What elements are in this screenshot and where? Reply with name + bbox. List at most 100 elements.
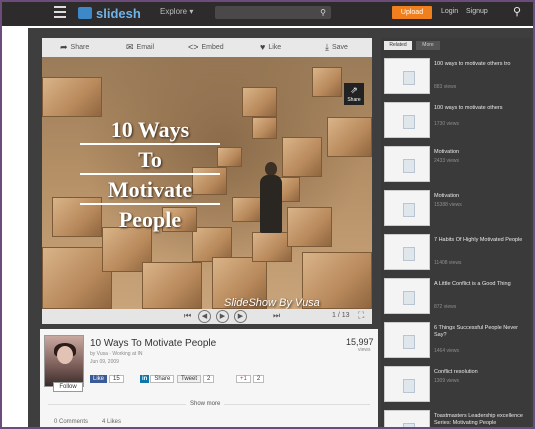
logo-text: slidesh [96,5,141,21]
like-button[interactable]: ♥ Like [260,42,281,52]
related-item-views: 1309 views [434,378,460,384]
email-button[interactable]: ✉ Email [126,42,154,53]
slide-title-line: To [80,147,220,175]
related-sidebar: Related More 100 ways to motivate others… [381,38,531,429]
google-plus-button[interactable]: +1 2 [236,373,265,384]
embed-icon: <> [188,42,199,52]
related-item-views: 11408 views [434,260,462,266]
previous-slide-button[interactable]: ◀ [198,310,211,323]
related-item[interactable]: 7 Habits Of Highly Motivated People 11408… [384,234,529,274]
related-item-views: 15388 views [434,202,462,208]
top-navbar: slidesh Explore ▾ ⚲ Upload Login Signup … [0,0,535,26]
save-label: Save [331,44,348,51]
related-item-thumbnail[interactable] [384,102,430,138]
related-item-title[interactable]: 6 Things Successful People Never Say? [434,325,529,339]
related-item-thumbnail[interactable] [384,234,430,270]
facebook-like-button[interactable]: Like 15 [90,373,124,384]
show-more-link[interactable]: Show more [186,401,225,407]
related-item-title[interactable]: Toastmasters Leadership excellence Serie… [434,413,529,427]
related-item-thumbnail[interactable] [384,190,430,226]
tab-likes[interactable]: 4 Likes [102,419,121,425]
login-link[interactable]: Login [441,8,458,15]
related-item-title[interactable]: 100 ways to motivate others [434,105,529,112]
tab-related[interactable]: Related [384,41,412,50]
slide-title-line: People [118,207,182,232]
slide-image[interactable]: 10 Ways To Motivate People SlideShow By … [42,57,372,309]
related-item-title[interactable]: 100 ways to motivate others tro [434,61,529,68]
related-item-title[interactable]: Motivation [434,149,529,156]
first-slide-icon[interactable]: ⏮ [184,311,191,321]
related-item[interactable]: 100 ways to motivate others 1730 views [384,102,529,142]
share-box-icon: ⇗ [350,85,358,95]
sidebar-tabs: Related More [381,38,531,52]
related-item-thumbnail[interactable] [384,366,430,402]
related-item-title[interactable]: Conflict resolution [434,369,529,376]
upload-button[interactable]: Upload [392,6,432,19]
explore-menu[interactable]: Explore ▾ [160,7,193,16]
heart-icon: ♥ [260,42,266,52]
tab-comments[interactable]: 0 Comments [54,419,88,425]
embed-button[interactable]: <> Embed [188,42,224,52]
tweet-count: 2 [203,374,215,383]
related-item-title[interactable]: 7 Habits Of Highly Motivated People [434,237,529,244]
related-item[interactable]: Motivation 15388 views [384,190,529,230]
slideshow-player: ➦ Share ✉ Email <> Embed ♥ Like ⤓ Save 1… [42,38,372,324]
logo[interactable]: slidesh [78,5,141,21]
last-slide-icon[interactable]: ⏭ [273,311,280,321]
tweet-button[interactable]: Tweet 2 [177,373,215,384]
related-item-thumbnail[interactable] [384,410,430,429]
related-item-thumbnail[interactable] [384,58,430,94]
linkedin-share-button[interactable]: in Share [140,373,175,384]
related-item[interactable]: Motivation 2433 views [384,146,529,186]
related-item[interactable]: Conflict resolution 1309 views [384,366,529,406]
person-figure [260,175,282,233]
page-indicator: 1 / 13 [332,312,350,319]
save-button[interactable]: ⤓ Save [325,42,348,53]
related-item-title[interactable]: Motivation [434,193,529,200]
related-item[interactable]: Toastmasters Leadership excellence Serie… [384,410,529,429]
related-item-thumbnail[interactable] [384,278,430,314]
related-item-views: 1464 views [434,348,460,354]
email-icon: ✉ [126,42,134,52]
slide-title: 10 Ways To Motivate People [80,117,220,235]
related-item[interactable]: 100 ways to motivate others tro 883 views [384,58,529,98]
google-plus-label: +1 [236,374,251,383]
linkedin-icon: in [140,374,150,383]
menu-icon[interactable] [54,6,66,18]
related-item-thumbnail[interactable] [384,322,430,358]
related-item-views: 883 views [434,84,457,90]
related-item-views: 872 views [434,304,457,310]
tweet-label: Tweet [177,374,202,383]
share-label: Share [70,44,90,51]
person-head [265,162,277,176]
play-button[interactable]: ▶ [216,310,229,323]
follow-button[interactable]: Follow [53,382,83,392]
views-count: 15,997 [346,337,374,347]
related-item[interactable]: A Little Conflict is a Good Thing 872 vie… [384,278,529,318]
related-item-views: 2433 views [434,158,460,164]
search-input[interactable]: ⚲ [215,6,331,19]
related-item[interactable]: 6 Things Successful People Never Say? 146… [384,322,529,362]
download-icon: ⤓ [325,42,329,52]
tab-more[interactable]: More [416,41,440,50]
signup-link[interactable]: Signup [466,8,488,15]
slide-credit: SlideShow By Vusa [224,297,320,309]
logo-icon [78,7,92,19]
avatar-face [57,346,73,364]
related-item-title[interactable]: A Little Conflict is a Good Thing [434,281,529,288]
like-label: Like [268,43,282,51]
share-overlay-button[interactable]: ⇗ Share [344,83,364,105]
email-label: Email [136,44,155,51]
share-overlay-label: Share [347,97,361,103]
deck-info-panel: Follow 10 Ways To Motivate People by Vus… [40,329,378,429]
related-item-thumbnail[interactable] [384,146,430,182]
deck-author[interactable]: by Vusa · Working at IN [90,351,143,357]
search-toggle-icon[interactable]: ⚲ [513,5,521,18]
slide-title-line: 10 Ways [80,117,220,145]
search-icon[interactable]: ⚲ [320,8,326,17]
player-toolbar: ➦ Share ✉ Email <> Embed ♥ Like ⤓ Save [42,38,372,57]
avatar[interactable]: Follow [44,335,84,392]
share-button[interactable]: ➦ Share [60,42,89,53]
fullscreen-icon[interactable]: ⛶ [358,310,364,321]
next-slide-button[interactable]: ▶ [234,310,247,323]
